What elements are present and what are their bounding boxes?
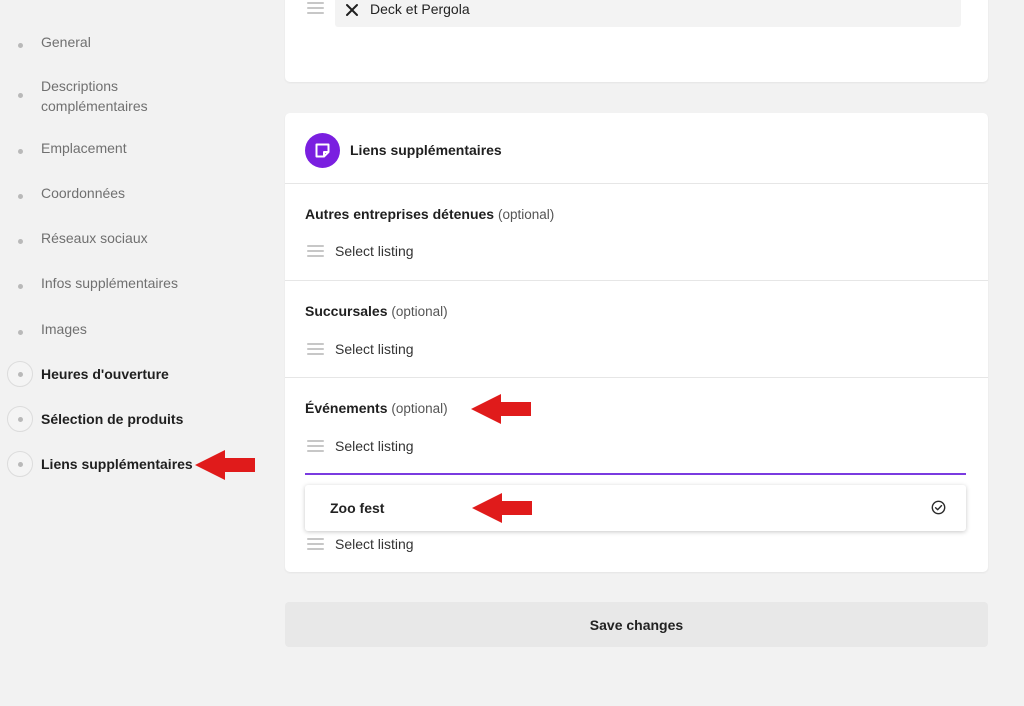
field-label: Succursales (optional): [305, 303, 448, 319]
drag-handle-icon[interactable]: [307, 538, 324, 550]
bullet-icon: [7, 138, 33, 164]
bullet-icon: [7, 228, 33, 254]
section-succursales: Succursales (optional) Select listing: [285, 281, 988, 378]
field-label: Autres entreprises détenues (optional): [305, 206, 554, 222]
dropdown-option[interactable]: Zoo fest: [330, 500, 384, 516]
drag-handle-icon[interactable]: [307, 245, 324, 257]
sidebar-item-label: Coordonnées: [41, 185, 126, 201]
select-listing-input[interactable]: Select listing: [335, 536, 414, 552]
note-icon: [305, 133, 340, 168]
remove-icon[interactable]: [345, 3, 359, 17]
input-focus-underline: [305, 473, 966, 475]
optional-tag: (optional): [497, 207, 555, 222]
card-header: Liens supplémentaires: [285, 113, 988, 184]
sidebar-item-label: Heures d'ouverture: [41, 366, 169, 382]
bullet-icon: [7, 451, 33, 477]
section-autres-entreprises: Autres entreprises détenues (optional) S…: [285, 184, 988, 281]
card-title: Liens supplémentaires: [350, 142, 502, 158]
select-listing-input[interactable]: Select listing: [335, 341, 414, 357]
select-listing-input[interactable]: Select listing: [335, 438, 414, 454]
sidebar-item-label: Descriptions complémentaires: [41, 78, 148, 114]
check-circle-icon: [931, 500, 946, 515]
bullet-icon: [7, 273, 33, 299]
sidebar-item-label: Réseaux sociaux: [41, 230, 148, 246]
bullet-icon: [7, 406, 33, 432]
bullet-icon: [7, 183, 33, 209]
bullet-icon: [7, 361, 33, 387]
previous-section-card: Deck et Pergola: [285, 0, 988, 82]
sidebar-item-label: General: [41, 34, 91, 50]
drag-handle-icon[interactable]: [307, 2, 324, 14]
optional-tag: (optional): [391, 304, 448, 319]
listing-dropdown[interactable]: Zoo fest: [305, 485, 966, 531]
selected-listing-name: Deck et Pergola: [370, 1, 470, 17]
drag-handle-icon[interactable]: [307, 440, 324, 452]
annotation-arrow-icon: [471, 394, 531, 424]
sidebar-item-label: Emplacement: [41, 140, 127, 156]
bullet-icon: [7, 32, 33, 58]
selected-listing-chip: Deck et Pergola: [335, 0, 961, 27]
links-card: Liens supplémentaires Autres entreprises…: [285, 113, 988, 572]
sidebar-nav: General Descriptions complémentaires Emp…: [0, 0, 270, 706]
save-changes-button[interactable]: Save changes: [285, 602, 988, 647]
bullet-icon: [7, 82, 33, 108]
drag-handle-icon[interactable]: [307, 343, 324, 355]
select-listing-input[interactable]: Select listing: [335, 243, 414, 259]
section-evenements: Événements (optional) Select listing: [285, 378, 988, 475]
sidebar-item-label: Images: [41, 321, 87, 337]
sidebar-item-label: Liens supplémentaires: [41, 456, 193, 472]
sidebar-item-label: Infos supplémentaires: [41, 275, 178, 291]
bullet-icon: [7, 319, 33, 345]
field-label: Événements (optional): [305, 400, 448, 416]
field-label-text: Événements: [305, 400, 388, 416]
optional-tag: (optional): [391, 401, 448, 416]
annotation-arrow-icon: [472, 493, 532, 523]
annotation-arrow-icon: [195, 450, 255, 480]
field-label-text: Autres entreprises détenues: [305, 206, 495, 222]
field-label-text: Succursales: [305, 303, 388, 319]
sidebar-item-label: Sélection de produits: [41, 411, 184, 427]
